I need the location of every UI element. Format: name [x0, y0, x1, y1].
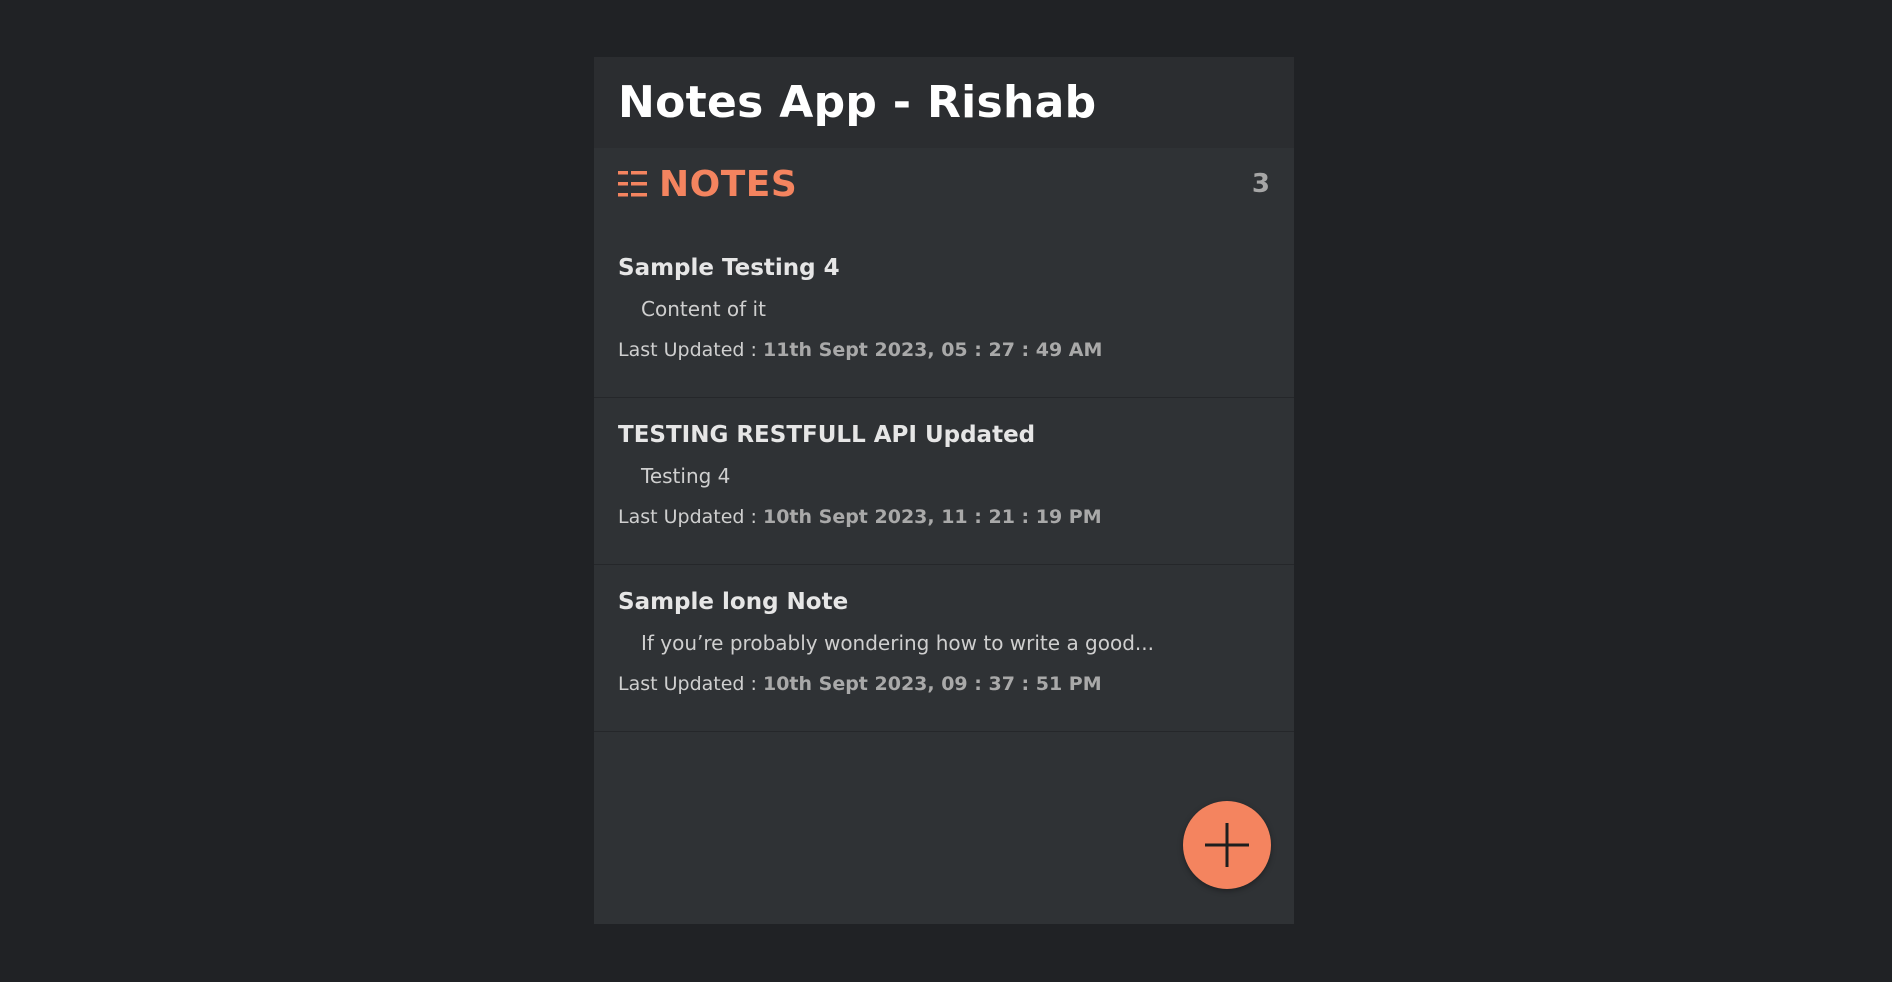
app-header: Notes App - Rishab	[594, 57, 1294, 148]
notes-header: NOTES 3	[594, 152, 1294, 216]
note-item[interactable]: Sample Testing 4 Content of it Last Upda…	[594, 231, 1294, 398]
note-updated-label: Last Updated :	[618, 673, 763, 695]
note-title: TESTING RESTFULL API Updated	[618, 422, 1036, 448]
note-item[interactable]: Sample long Note If you’re probably wond…	[594, 565, 1294, 732]
note-item[interactable]: TESTING RESTFULL API Updated Testing 4 L…	[594, 398, 1294, 565]
note-updated-label: Last Updated :	[618, 339, 763, 361]
note-updated: Last Updated : 11th Sept 2023, 05 : 27 :…	[618, 335, 1270, 365]
notes-count-badge: 3	[1251, 169, 1270, 199]
note-updated-label: Last Updated :	[618, 506, 763, 528]
note-content: If you’re probably wondering how to writ…	[641, 631, 1154, 655]
plus-icon	[1205, 823, 1249, 867]
note-content: Testing 4	[641, 464, 731, 488]
notes-header-left: NOTES	[618, 164, 797, 205]
notes-app: Notes App - Rishab NOTES 3 Sample Testin…	[594, 57, 1294, 924]
notes-label: NOTES	[659, 163, 798, 205]
note-content: Content of it	[641, 297, 766, 321]
note-title: Sample long Note	[618, 589, 849, 615]
note-updated-value: 10th Sept 2023, 09 : 37 : 51 PM	[762, 673, 1102, 695]
note-updated-value: 11th Sept 2023, 05 : 27 : 49 AM	[762, 339, 1103, 361]
app-title: Notes App - Rishab	[618, 77, 1097, 128]
note-updated: Last Updated : 10th Sept 2023, 11 : 21 :…	[618, 502, 1270, 532]
note-list: Sample Testing 4 Content of it Last Upda…	[594, 231, 1294, 732]
note-title: Sample Testing 4	[618, 255, 840, 281]
note-updated: Last Updated : 10th Sept 2023, 09 : 37 :…	[618, 669, 1270, 699]
list-icon	[618, 171, 647, 197]
note-updated-value: 10th Sept 2023, 11 : 21 : 19 PM	[762, 506, 1102, 528]
add-note-button[interactable]	[1183, 801, 1271, 889]
